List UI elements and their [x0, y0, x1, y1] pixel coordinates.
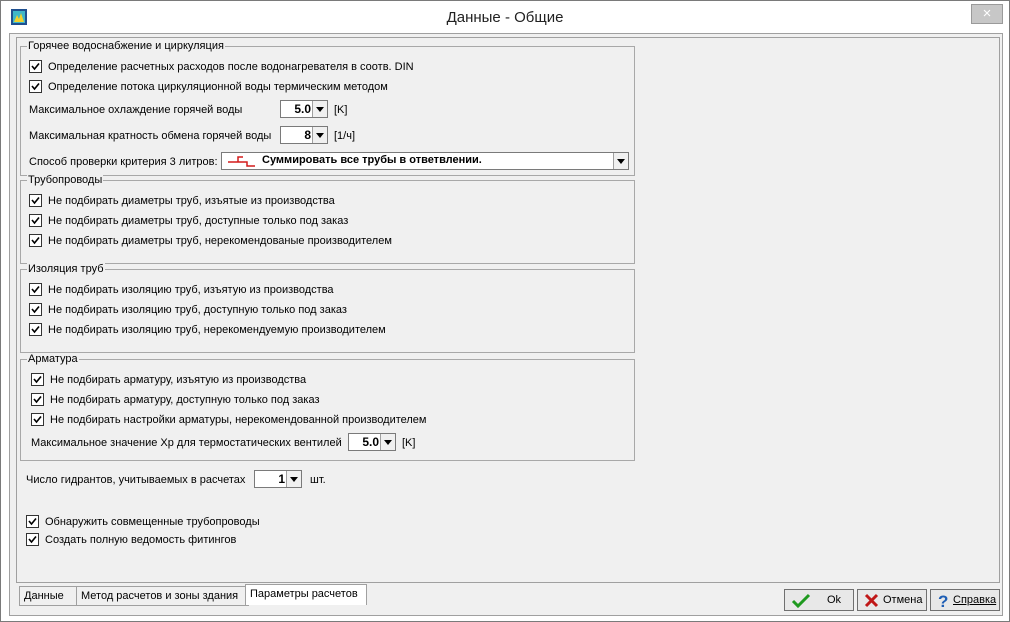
group-pipes: Трубопроводы Не подбирать диаметры труб,… [20, 174, 635, 264]
criterion-select[interactable]: Суммировать все трубы в ответвлении. [221, 152, 629, 170]
checkbox-checked-icon[interactable] [31, 412, 44, 426]
checkbox-checked-icon[interactable] [26, 532, 39, 546]
cancel-button[interactable]: Отмена [857, 589, 927, 611]
window-title: Данные - Общие [446, 9, 564, 26]
checkbox-checked-icon[interactable] [29, 193, 42, 207]
checkbox-din[interactable]: Определение расчетных расходов после вод… [29, 59, 414, 74]
group-title: Трубопроводы [27, 174, 104, 187]
group-title: Изоляция труб [27, 263, 105, 276]
svg-text:?: ? [938, 593, 948, 609]
chevron-down-icon[interactable] [312, 101, 327, 117]
checkbox-fittings-settings[interactable]: Не подбирать настройки арматуры, нереком… [31, 412, 427, 427]
checkbox-fittings-discontinued[interactable]: Не подбирать арматуру, изъятую из произв… [31, 372, 306, 387]
checkbox-checked-icon[interactable] [29, 302, 42, 316]
checkbox-checked-icon[interactable] [29, 79, 42, 93]
pipe-branch-icon [228, 156, 255, 167]
checkbox-combined-pipes[interactable]: Обнаружить совмещенные трубопроводы [26, 514, 260, 529]
hydrants-label: Число гидрантов, учитываемых в расчетах [26, 474, 246, 486]
max-exchange-label: Максимальная кратность обмена горячей во… [29, 130, 272, 142]
checkbox-checked-icon[interactable] [31, 392, 44, 406]
checkbox-insulation-on-order[interactable]: Не подбирать изоляцию труб, доступную то… [29, 302, 347, 317]
group-insulation: Изоляция труб Не подбирать изоляцию труб… [20, 263, 635, 353]
group-title: Арматура [27, 353, 79, 366]
cancel-x-icon [864, 593, 879, 608]
group-hot-water: Горячее водоснабжение и циркуляция Опред… [20, 40, 635, 176]
max-cooling-unit: [K] [334, 104, 348, 116]
title-bar: Данные - Общие × [1, 1, 1009, 33]
hydrants-select[interactable]: 1 [254, 470, 302, 488]
tab-calc-method[interactable]: Метод расчетов и зоны здания [76, 586, 249, 606]
checkbox-checked-icon[interactable] [29, 322, 42, 336]
main-window: Данные - Общие × Горячее водоснабжение и… [0, 0, 1010, 622]
group-fittings: Арматура Не подбирать арматуру, изъятую … [20, 353, 635, 461]
checkbox-pipes-not-recommended[interactable]: Не подбирать диаметры труб, нерекомендов… [29, 233, 392, 248]
xp-select[interactable]: 5.0 [348, 433, 396, 451]
dialog-client: Горячее водоснабжение и циркуляция Опред… [9, 33, 1003, 616]
checkmark-icon [791, 593, 811, 609]
max-cooling-select[interactable]: 5.0 [280, 100, 328, 118]
criterion-label: Способ проверки критерия 3 литров: [29, 156, 218, 168]
chevron-down-icon[interactable] [312, 127, 327, 143]
xp-unit: [K] [402, 437, 416, 449]
chevron-down-icon[interactable] [286, 471, 301, 487]
checkbox-full-fittings-list[interactable]: Создать полную ведомость фитингов [26, 532, 236, 547]
ok-button[interactable]: Ok [784, 589, 854, 611]
checkbox-checked-icon[interactable] [31, 372, 44, 386]
checkbox-pipes-on-order[interactable]: Не подбирать диаметры труб, доступные то… [29, 213, 348, 228]
group-title: Горячее водоснабжение и циркуляция [27, 40, 225, 53]
max-cooling-label: Максимальное охлаждение горячей воды [29, 104, 243, 116]
chevron-down-icon[interactable] [380, 434, 395, 450]
checkbox-checked-icon[interactable] [29, 282, 42, 296]
checkbox-thermal-method[interactable]: Определение потока циркуляционной воды т… [29, 79, 388, 94]
chevron-down-icon[interactable] [613, 153, 628, 169]
checkbox-fittings-on-order[interactable]: Не подбирать арматуру, доступную только … [31, 392, 320, 407]
checkbox-checked-icon[interactable] [29, 59, 42, 73]
question-mark-icon: ? [938, 593, 948, 609]
xp-label: Максимальное значение Xp для термостатич… [31, 437, 342, 449]
tab-calc-params[interactable]: Параметры расчетов [245, 584, 367, 605]
checkbox-checked-icon[interactable] [29, 233, 42, 247]
help-button[interactable]: ? Справка [930, 589, 1000, 611]
hydrants-unit: шт. [310, 474, 326, 486]
max-exchange-select[interactable]: 8 [280, 126, 328, 144]
max-exchange-unit: [1/ч] [334, 130, 356, 142]
close-icon: × [982, 5, 992, 22]
checkbox-checked-icon[interactable] [29, 213, 42, 227]
checkbox-pipes-discontinued[interactable]: Не подбирать диаметры труб, изъятые из п… [29, 193, 335, 208]
tab-data[interactable]: Данные [19, 586, 81, 606]
checkbox-insulation-discontinued[interactable]: Не подбирать изоляцию труб, изъятую из п… [29, 282, 334, 297]
tab-panel-calc-params: Горячее водоснабжение и циркуляция Опред… [16, 37, 1000, 583]
checkbox-insulation-not-recommended[interactable]: Не подбирать изоляцию труб, нерекомендуе… [29, 322, 386, 337]
close-button[interactable]: × [971, 4, 1003, 24]
checkbox-checked-icon[interactable] [26, 514, 39, 528]
